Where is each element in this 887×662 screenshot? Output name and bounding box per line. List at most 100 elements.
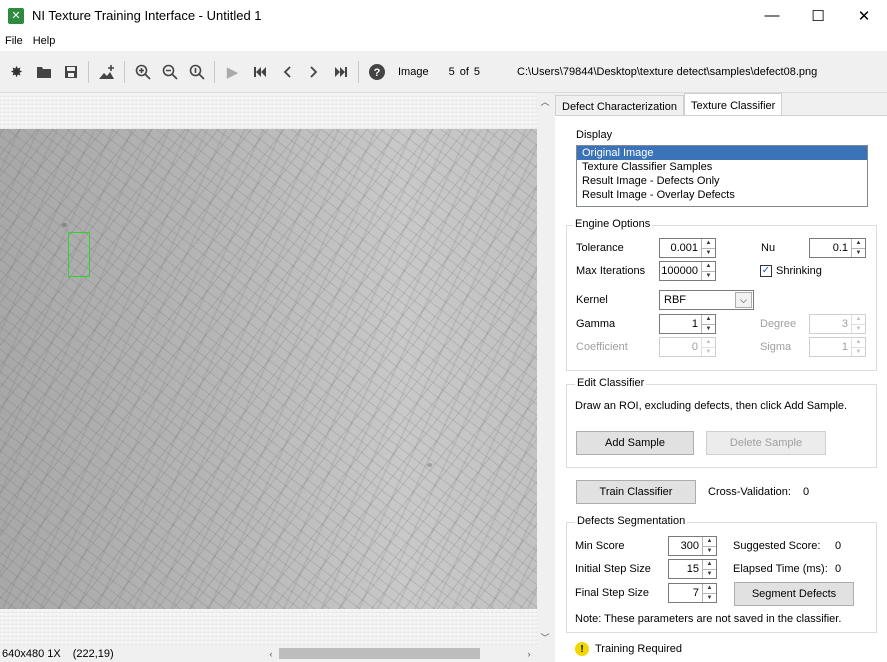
- sigma-stepper: 1 ▲ ▼: [809, 337, 866, 357]
- gamma-label: Gamma: [576, 318, 616, 330]
- vertical-scrollbar[interactable]: ︿ ﹀: [537, 93, 553, 645]
- tab-texture-classifier[interactable]: Texture Classifier: [683, 93, 783, 117]
- scroll-right-icon[interactable]: ›: [521, 647, 537, 660]
- kernel-select[interactable]: RBF ⌵: [659, 290, 754, 310]
- play-icon[interactable]: ▶: [219, 60, 246, 84]
- min-score-value[interactable]: 300: [669, 537, 702, 555]
- previous-image-icon[interactable]: [273, 60, 300, 84]
- segmentation-note: Note: These parameters are not saved in …: [575, 613, 842, 625]
- minimize-button[interactable]: —: [749, 0, 795, 31]
- display-listbox[interactable]: Original Image Texture Classifier Sample…: [576, 145, 868, 207]
- zoom-out-icon[interactable]: [156, 60, 183, 84]
- open-folder-icon[interactable]: [30, 60, 57, 84]
- up-arrow-icon[interactable]: ▲: [702, 262, 715, 271]
- sigma-label: Sigma: [760, 341, 792, 353]
- suggested-score-label: Suggested Score:: [733, 540, 821, 552]
- tolerance-value[interactable]: 0.001: [660, 239, 701, 257]
- shrinking-checkbox[interactable]: ✓: [760, 265, 772, 277]
- display-label: Display: [576, 129, 613, 141]
- menu-help[interactable]: Help: [28, 35, 61, 47]
- toolbar-separator: [88, 60, 89, 83]
- up-arrow-icon: ▲: [855, 339, 862, 346]
- cross-validation-label: Cross-Validation:: [708, 486, 791, 498]
- help-icon[interactable]: ?: [363, 60, 390, 84]
- up-arrow-icon[interactable]: ▲: [702, 239, 715, 248]
- max-iterations-label: Max Iterations: [576, 265, 646, 277]
- tab-bar: Defect Characterization Texture Classifi…: [555, 93, 783, 117]
- scroll-down-icon[interactable]: ﹀: [537, 629, 553, 645]
- image-info: 640x480 1X: [2, 647, 61, 660]
- down-arrow-icon[interactable]: ▼: [703, 592, 716, 603]
- final-step-value[interactable]: 7: [669, 584, 702, 602]
- defects-segmentation-label: Defects Segmentation: [575, 515, 688, 527]
- display-option-defects-only[interactable]: Result Image - Defects Only: [577, 174, 867, 188]
- down-arrow-icon[interactable]: ▼: [702, 270, 715, 281]
- display-option-samples[interactable]: Texture Classifier Samples: [577, 160, 867, 174]
- up-arrow-icon[interactable]: ▲: [703, 537, 716, 546]
- training-status: Training Required: [595, 643, 683, 655]
- display-option-overlay[interactable]: Result Image - Overlay Defects: [577, 188, 867, 202]
- roi-rectangle[interactable]: [68, 232, 90, 277]
- initial-step-value[interactable]: 15: [669, 560, 702, 578]
- chevron-down-icon[interactable]: ⌵: [735, 292, 752, 308]
- toolbar-separator: [124, 60, 125, 83]
- right-panel: Defect Characterization Texture Classifi…: [555, 93, 887, 662]
- texture-image[interactable]: [0, 129, 537, 609]
- add-image-icon[interactable]: [93, 60, 120, 84]
- image-viewer: ︿ ﹀ 640x480 1X (222,19) ‹ ›: [0, 93, 553, 662]
- save-icon[interactable]: [57, 60, 84, 84]
- gamma-stepper[interactable]: 1 ▲ ▼: [659, 314, 716, 334]
- scroll-up-icon[interactable]: ︿: [537, 93, 553, 109]
- segment-defects-button[interactable]: Segment Defects: [734, 582, 854, 606]
- up-arrow-icon[interactable]: ▲: [852, 239, 865, 248]
- delete-sample-button[interactable]: Delete Sample: [706, 431, 826, 455]
- scroll-thumb[interactable]: [279, 648, 480, 659]
- horizontal-scrollbar[interactable]: ‹ ›: [263, 647, 537, 660]
- gamma-value[interactable]: 1: [660, 315, 701, 333]
- menu-bar: File Help: [0, 31, 887, 51]
- down-arrow-icon[interactable]: ▼: [852, 247, 865, 258]
- down-arrow-icon[interactable]: ▼: [702, 247, 715, 258]
- image-count: 5: [473, 65, 481, 78]
- up-arrow-icon[interactable]: ▲: [703, 584, 716, 593]
- nu-value[interactable]: 0.1: [810, 239, 851, 257]
- first-image-icon[interactable]: [246, 60, 273, 84]
- new-icon[interactable]: ✸: [3, 60, 30, 84]
- last-image-icon[interactable]: [327, 60, 354, 84]
- menu-file[interactable]: File: [0, 35, 28, 47]
- elapsed-time-value: 0: [835, 563, 842, 575]
- close-button[interactable]: ✕: [841, 0, 887, 31]
- max-iterations-value[interactable]: 100000: [660, 262, 701, 280]
- scroll-left-icon[interactable]: ‹: [263, 647, 279, 660]
- image-canvas[interactable]: [0, 93, 537, 645]
- display-option-original[interactable]: Original Image: [577, 146, 867, 160]
- max-iterations-stepper[interactable]: 100000 ▲ ▼: [659, 261, 716, 281]
- coefficient-label: Coefficient: [576, 341, 628, 353]
- zoom-1-to-1-icon[interactable]: [183, 60, 210, 84]
- image-index: 5: [448, 65, 455, 78]
- train-classifier-button[interactable]: Train Classifier: [576, 480, 696, 504]
- tolerance-label: Tolerance: [576, 242, 624, 254]
- suggested-score-value: 0: [835, 540, 842, 552]
- down-arrow-icon[interactable]: ▼: [703, 545, 716, 556]
- down-arrow-icon: ▼: [852, 346, 865, 357]
- kernel-value[interactable]: RBF: [660, 294, 735, 306]
- maximize-button[interactable]: ☐: [795, 0, 841, 31]
- of-text: of: [459, 65, 469, 78]
- next-image-icon[interactable]: [300, 60, 327, 84]
- initial-step-stepper[interactable]: 15 ▲ ▼: [668, 559, 717, 579]
- final-step-stepper[interactable]: 7 ▲ ▼: [668, 583, 717, 603]
- zoom-in-icon[interactable]: [129, 60, 156, 84]
- down-arrow-icon: ▼: [852, 323, 865, 334]
- tab-defect-characterization[interactable]: Defect Characterization: [555, 95, 684, 117]
- nu-stepper[interactable]: 0.1 ▲ ▼: [809, 238, 866, 258]
- down-arrow-icon[interactable]: ▼: [702, 323, 715, 334]
- up-arrow-icon[interactable]: ▲: [702, 315, 715, 324]
- min-score-stepper[interactable]: 300 ▲ ▼: [668, 536, 717, 556]
- down-arrow-icon[interactable]: ▼: [703, 568, 716, 579]
- up-arrow-icon[interactable]: ▲: [703, 560, 716, 569]
- tolerance-stepper[interactable]: 0.001 ▲ ▼: [659, 238, 716, 258]
- add-sample-button[interactable]: Add Sample: [576, 431, 694, 455]
- edit-classifier-label: Edit Classifier: [575, 377, 647, 389]
- coefficient-stepper: 0 ▲ ▼: [659, 337, 716, 357]
